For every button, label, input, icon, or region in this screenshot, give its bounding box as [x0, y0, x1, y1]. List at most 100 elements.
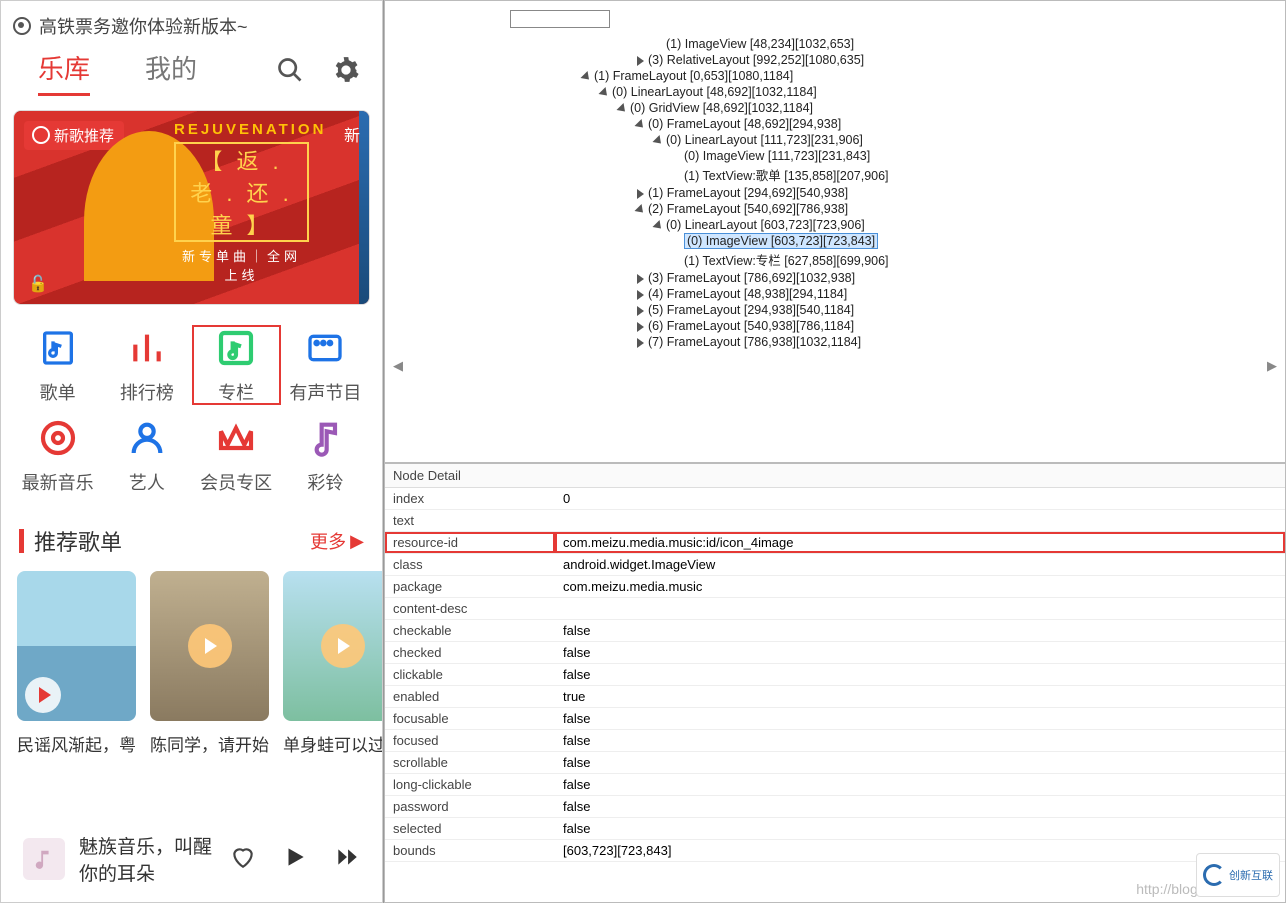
detail-row-resource-id[interactable]: resource-idcom.meizu.media.music:id/icon… [385, 532, 1285, 554]
category-column[interactable]: 专栏 [192, 325, 281, 405]
playlist-card[interactable]: 陈同学，请开始 [150, 571, 269, 756]
tree-label: (4) FrameLayout [48,938][294,1184] [648, 287, 847, 301]
tree-node[interactable]: (1) FrameLayout [294,692][540,938] [385, 185, 1285, 201]
detail-row-scrollable[interactable]: scrollablefalse [385, 752, 1285, 774]
tree-node[interactable]: (3) FrameLayout [786,692][1032,938] [385, 270, 1285, 286]
expand-icon[interactable] [634, 204, 646, 216]
tab-mine[interactable]: 我的 [145, 49, 197, 96]
play-icon[interactable] [282, 844, 308, 875]
tree-node[interactable]: (1) ImageView [48,234][1032,653] [385, 36, 1285, 52]
category-label: 有声节目 [289, 379, 361, 405]
search-icon[interactable] [276, 56, 304, 89]
next-icon[interactable] [334, 844, 360, 875]
detail-row-checked[interactable]: checkedfalse [385, 642, 1285, 664]
category-rank[interactable]: 排行榜 [102, 325, 191, 405]
detail-row-package[interactable]: packagecom.meizu.media.music [385, 576, 1285, 598]
card-cover [150, 571, 269, 721]
collapse-icon[interactable] [637, 189, 644, 199]
detail-row-bounds[interactable]: bounds[603,723][723,843] [385, 840, 1285, 862]
category-vip[interactable]: 会员专区 [192, 415, 281, 495]
tree-scrollbar[interactable]: ◀▶ [385, 356, 1285, 376]
expand-icon[interactable] [652, 220, 664, 232]
artist-icon [124, 415, 170, 461]
tree-node[interactable]: (0) ImageView [111,723][231,843] [385, 148, 1285, 164]
expand-icon[interactable] [598, 87, 610, 99]
detail-key: checkable [385, 620, 555, 642]
tree-node[interactable]: (6) FrameLayout [540,938][786,1184] [385, 318, 1285, 334]
detail-value: false [555, 796, 1285, 818]
detail-row-checkable[interactable]: checkablefalse [385, 620, 1285, 642]
tree-node[interactable]: (2) FrameLayout [540,692][786,938] [385, 201, 1285, 217]
detail-row-text[interactable]: text [385, 510, 1285, 532]
tree-node[interactable]: (0) LinearLayout [48,692][1032,1184] [385, 84, 1285, 100]
tab-library[interactable]: 乐库 [38, 49, 90, 96]
category-latest[interactable]: 最新音乐 [13, 415, 102, 495]
detail-row-index[interactable]: index0 [385, 488, 1285, 510]
expand-icon[interactable] [652, 135, 664, 147]
notification-text: 高铁票务邀你体验新版本~ [39, 13, 248, 39]
playlist-card[interactable]: 民谣风渐起，粤 [17, 571, 136, 756]
collapse-icon[interactable] [637, 56, 644, 66]
play-badge-icon[interactable] [321, 624, 365, 668]
detail-key: bounds [385, 840, 555, 862]
detail-row-class[interactable]: classandroid.widget.ImageView [385, 554, 1285, 576]
detail-value: false [555, 730, 1285, 752]
tree-node[interactable]: (0) FrameLayout [48,692][294,938] [385, 116, 1285, 132]
playlist-card[interactable]: 单身蛙可以过得 [283, 571, 383, 756]
more-link[interactable]: 更多 ▶ [310, 528, 364, 554]
hierarchy-tree-panel[interactable]: (1) ImageView [48,234][1032,653](3) Rela… [384, 0, 1286, 463]
detail-row-content-desc[interactable]: content-desc [385, 598, 1285, 620]
featured-banner[interactable]: 新歌推荐 🔓 REJUVENATION 【 返 . 老 . 还 . 童 】 新专… [13, 110, 370, 305]
collapse-icon[interactable] [637, 274, 644, 284]
playlist-cards: 民谣风渐起，粤陈同学，请开始单身蛙可以过得 [17, 571, 366, 756]
detail-row-focusable[interactable]: focusablefalse [385, 708, 1285, 730]
now-playing-bar[interactable]: 魅族音乐，叫醒你的耳朵 [13, 826, 370, 892]
tree-node[interactable]: (1) FrameLayout [0,653][1080,1184] [385, 68, 1285, 84]
section-title: 推荐歌单 [34, 525, 122, 557]
tree-node[interactable]: (0) GridView [48,692][1032,1184] [385, 100, 1285, 116]
detail-value: android.widget.ImageView [555, 554, 1285, 576]
tree-node[interactable]: (5) FrameLayout [294,938][540,1184] [385, 302, 1285, 318]
collapse-icon[interactable] [637, 338, 644, 348]
like-icon[interactable] [230, 844, 256, 875]
detail-key: selected [385, 818, 555, 840]
tree-node[interactable]: (3) RelativeLayout [992,252][1080,635] [385, 52, 1285, 68]
detail-value: false [555, 642, 1285, 664]
detail-row-focused[interactable]: focusedfalse [385, 730, 1285, 752]
tree-label: (1) TextView:专栏 [627,858][699,906] [684, 254, 889, 268]
tree-label: (0) ImageView [603,723][723,843] [684, 233, 878, 249]
tree-node[interactable]: (0) ImageView [603,723][723,843] [385, 233, 1285, 249]
detail-row-clickable[interactable]: clickablefalse [385, 664, 1285, 686]
notification-bar[interactable]: 高铁票务邀你体验新版本~ [13, 11, 370, 49]
detail-row-enabled[interactable]: enabledtrue [385, 686, 1285, 708]
tree-node[interactable]: (0) LinearLayout [111,723][231,906] [385, 132, 1285, 148]
settings-icon[interactable] [332, 56, 360, 89]
lock-icon: 🔓 [28, 274, 48, 294]
expand-icon[interactable] [616, 103, 628, 115]
expand-icon[interactable] [634, 119, 646, 131]
collapse-icon[interactable] [637, 306, 644, 316]
banner-title-en: REJUVENATION [174, 121, 309, 138]
tree-label: (6) FrameLayout [540,938][786,1184] [648, 319, 854, 333]
play-badge-icon[interactable] [25, 677, 61, 713]
tree-node[interactable]: (1) TextView:专栏 [627,858][699,906] [385, 249, 1285, 270]
detail-row-password[interactable]: passwordfalse [385, 796, 1285, 818]
detail-row-selected[interactable]: selectedfalse [385, 818, 1285, 840]
tree-node[interactable]: (4) FrameLayout [48,938][294,1184] [385, 286, 1285, 302]
category-label: 专栏 [218, 379, 254, 405]
tree-node[interactable]: (1) TextView:歌单 [135,858][207,906] [385, 164, 1285, 185]
category-audio-prog[interactable]: 有声节目 [281, 325, 370, 405]
expand-icon[interactable] [580, 71, 592, 83]
card-cover [17, 571, 136, 721]
tree-node[interactable]: (7) FrameLayout [786,938][1032,1184] [385, 334, 1285, 350]
detail-row-long-clickable[interactable]: long-clickablefalse [385, 774, 1285, 796]
category-ringtone[interactable]: 彩铃 [281, 415, 370, 495]
play-badge-icon[interactable] [188, 624, 232, 668]
tree-search-input[interactable] [510, 10, 610, 28]
tree-node[interactable]: (0) LinearLayout [603,723][723,906] [385, 217, 1285, 233]
collapse-icon[interactable] [637, 290, 644, 300]
category-artist[interactable]: 艺人 [102, 415, 191, 495]
category-playlist[interactable]: 歌单 [13, 325, 102, 405]
collapse-icon[interactable] [637, 322, 644, 332]
detail-value: true [555, 686, 1285, 708]
